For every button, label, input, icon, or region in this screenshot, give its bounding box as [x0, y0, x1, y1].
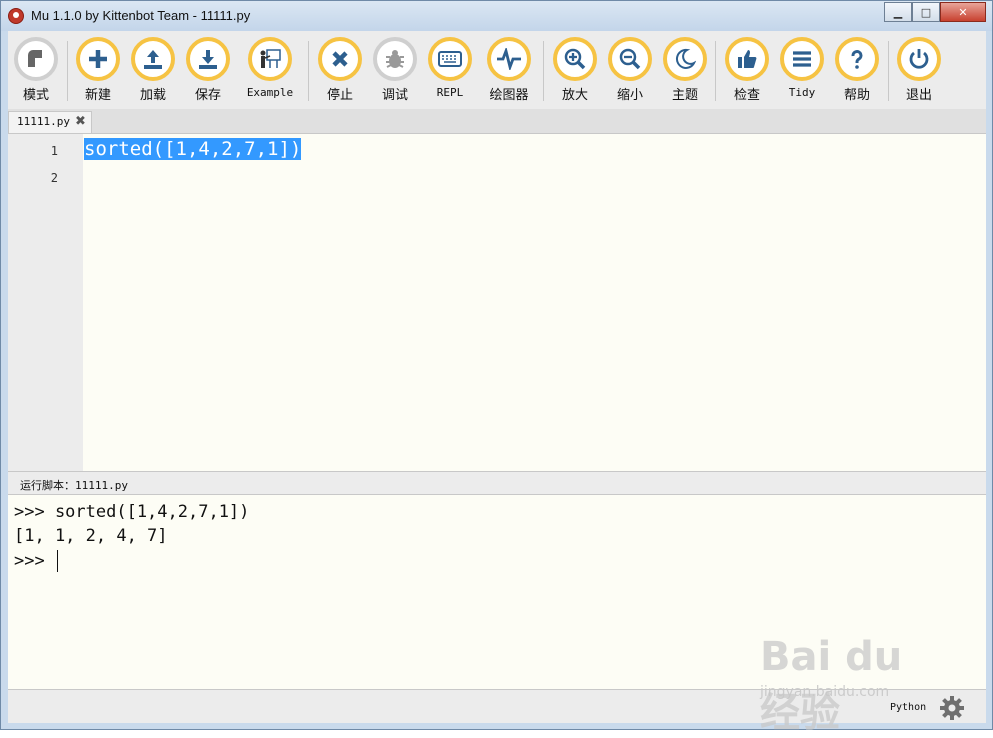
mu-app-icon — [8, 8, 24, 24]
line-number: 1 — [50, 144, 58, 158]
moon-icon — [663, 37, 707, 81]
mode-label: 模式 — [22, 88, 49, 103]
window-controls: ▁ □ ✕ — [884, 2, 986, 22]
tab-label: 11111.py — [17, 115, 70, 128]
zoom-out-button[interactable]: 缩小 — [602, 37, 658, 103]
download-icon — [186, 37, 230, 81]
quit-button[interactable]: 退出 — [891, 37, 947, 103]
lines-icon — [780, 37, 824, 81]
zoom-out-icon — [608, 37, 652, 81]
new-label: 新建 — [84, 88, 111, 103]
code-editor[interactable]: 1 2 sorted([1,4,2,7,1]) — [8, 134, 986, 471]
new-button[interactable]: 新建 — [70, 37, 126, 103]
keyboard-icon — [428, 37, 472, 81]
example-label: Example — [246, 86, 294, 99]
repl-input-line: >>> sorted([1,4,2,7,1]) — [14, 502, 250, 522]
repl-header[interactable]: 运行脚本：11111.py — [8, 471, 986, 495]
load-button[interactable]: 加载 — [125, 37, 181, 103]
toolbar-separator — [888, 41, 889, 101]
power-icon — [897, 37, 941, 81]
line-number: 2 — [50, 171, 58, 185]
toolbar-separator — [543, 41, 544, 101]
toolbar-separator — [715, 41, 716, 101]
repl-prompt: >>> — [14, 551, 55, 571]
load-label: 加载 — [139, 88, 166, 103]
bug-icon — [373, 37, 417, 81]
help-button[interactable]: 帮助 — [829, 37, 885, 103]
question-icon — [835, 37, 879, 81]
debug-button[interactable]: 调试 — [367, 37, 423, 103]
stop-label: 停止 — [326, 88, 353, 103]
tab-close-icon[interactable]: ✖ — [75, 114, 86, 129]
stop-button[interactable]: 停止 — [312, 37, 368, 103]
line-number-gutter: 1 2 — [8, 134, 83, 471]
minimize-button[interactable]: ▁ — [884, 2, 912, 22]
zoom-in-button[interactable]: 放大 — [547, 37, 603, 103]
repl-output-line: [1, 1, 2, 4, 7] — [14, 526, 168, 546]
selected-code: sorted([1,4,2,7,1]) — [84, 138, 302, 160]
tab-bar: 11111.py ✖ — [8, 109, 986, 134]
check-button[interactable]: 检查 — [719, 37, 775, 103]
x-icon — [318, 37, 362, 81]
theme-button[interactable]: 主题 — [657, 37, 713, 103]
plotter-button[interactable]: 绘图器 — [481, 37, 537, 103]
repl-console[interactable]: >>> sorted([1,4,2,7,1]) [1, 1, 2, 4, 7] … — [8, 495, 986, 689]
repl-prompt-line[interactable]: >>> — [14, 550, 58, 572]
quit-label: 退出 — [905, 88, 932, 103]
presentation-icon — [248, 37, 292, 81]
theme-label: 主题 — [671, 88, 698, 103]
debug-label: 调试 — [381, 88, 408, 103]
run-script-prefix: 运行脚本： — [20, 479, 75, 492]
zoom-in-icon — [553, 37, 597, 81]
pulse-icon — [487, 37, 531, 81]
repl-label: REPL — [436, 86, 464, 99]
save-label: 保存 — [194, 88, 221, 103]
check-label: 检查 — [733, 88, 760, 103]
help-label: 帮助 — [843, 88, 870, 103]
tidy-label: Tidy — [788, 86, 816, 99]
close-window-button[interactable]: ✕ — [940, 2, 986, 22]
mode-indicator: Python — [890, 702, 927, 713]
toolbar: 模式 新建 加载 保存 Example 停止 调试 REPL 绘图器 放大 缩小… — [8, 31, 986, 109]
mode-icon — [14, 37, 58, 81]
tab-11111-py[interactable]: 11111.py ✖ — [8, 111, 92, 133]
status-bar: Python — [8, 689, 986, 723]
run-script-label: 运行脚本：11111.py — [20, 477, 128, 493]
gear-icon[interactable] — [938, 694, 966, 722]
toolbar-separator — [67, 41, 68, 101]
mode-button[interactable]: 模式 — [8, 37, 64, 103]
thumbs-up-icon — [725, 37, 769, 81]
zoom-in-label: 放大 — [561, 88, 588, 103]
upload-icon — [131, 37, 175, 81]
app-window: Mu 1.1.0 by Kittenbot Team - 11111.py ▁ … — [0, 0, 993, 730]
zoom-out-label: 缩小 — [616, 88, 643, 103]
run-script-file: 11111.py — [75, 479, 128, 492]
save-button[interactable]: 保存 — [180, 37, 236, 103]
text-cursor — [56, 550, 58, 572]
example-button[interactable]: Example — [242, 37, 298, 99]
title-bar[interactable]: Mu 1.1.0 by Kittenbot Team - 11111.py ▁ … — [1, 1, 992, 31]
main-area: 模式 新建 加载 保存 Example 停止 调试 REPL 绘图器 放大 缩小… — [8, 31, 986, 723]
window-title: Mu 1.1.0 by Kittenbot Team - 11111.py — [31, 8, 251, 23]
plotter-label: 绘图器 — [489, 88, 529, 103]
repl-button[interactable]: REPL — [422, 37, 478, 99]
plus-icon — [76, 37, 120, 81]
tidy-button[interactable]: Tidy — [774, 37, 830, 99]
toolbar-separator — [308, 41, 309, 101]
maximize-button[interactable]: □ — [912, 2, 940, 22]
code-line[interactable]: sorted([1,4,2,7,1]) — [84, 138, 302, 160]
